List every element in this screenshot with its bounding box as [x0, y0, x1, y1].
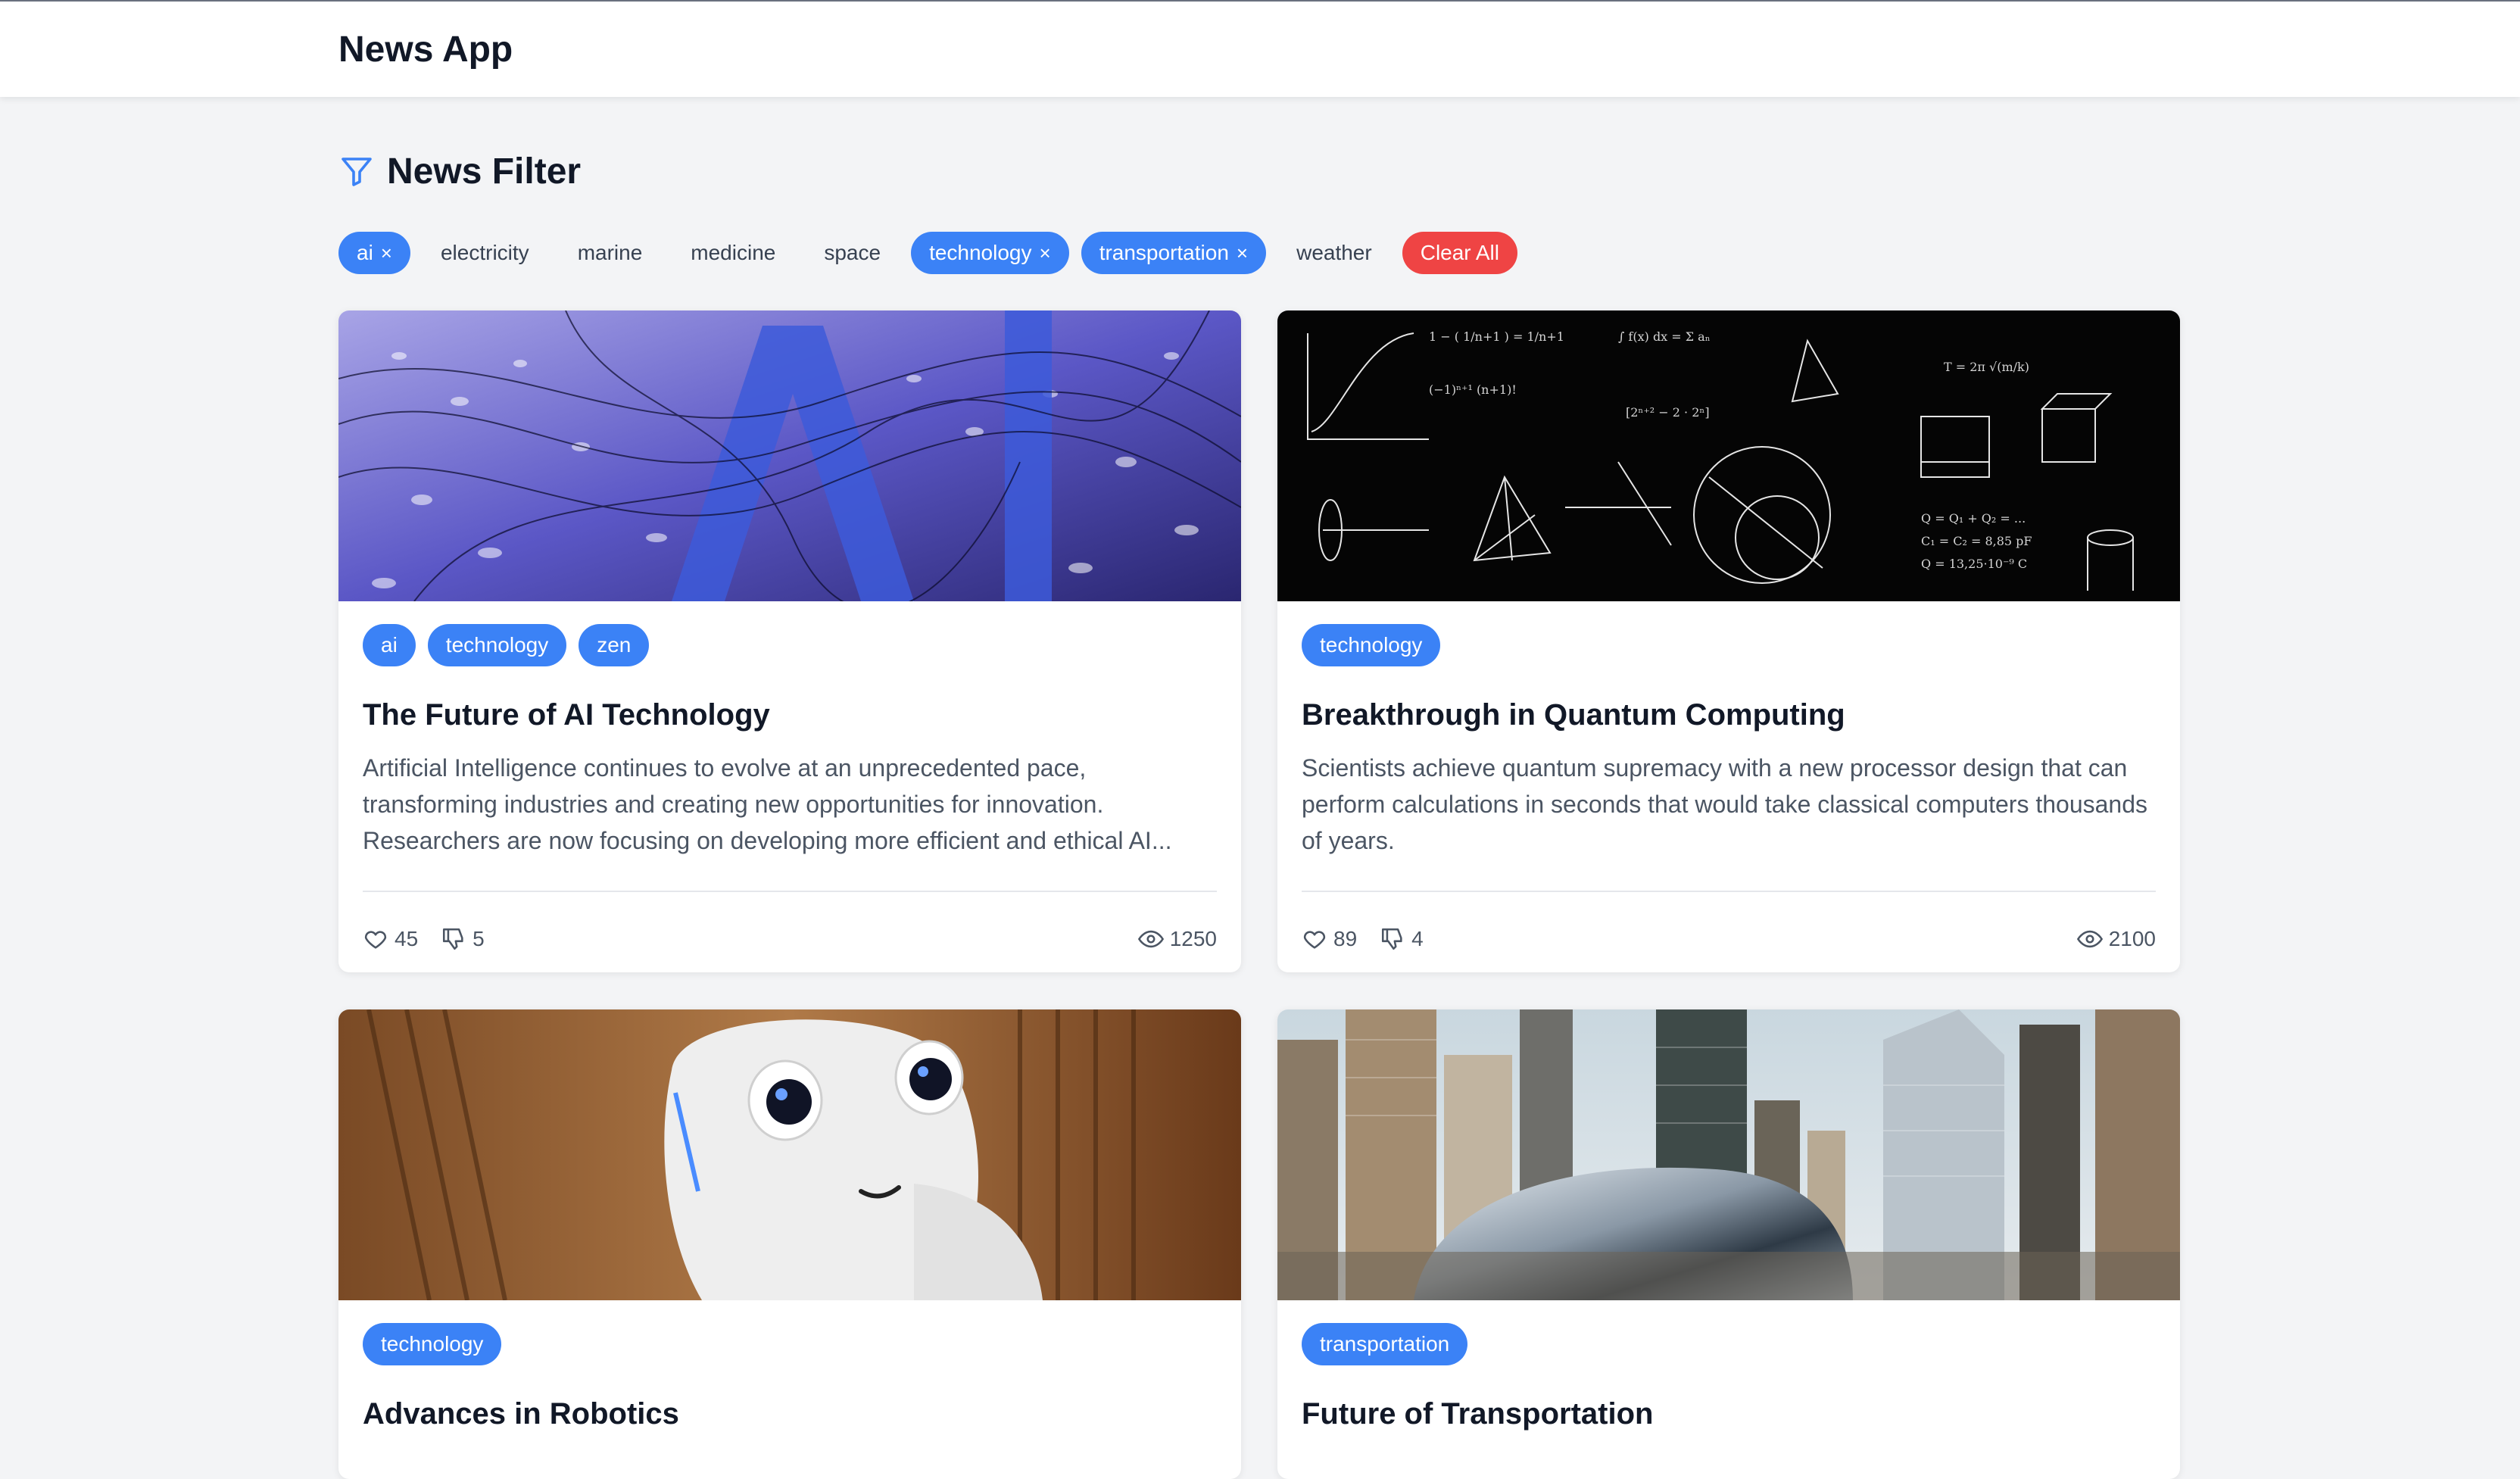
chip-label: marine	[577, 241, 643, 264]
city-bean-image	[1277, 1009, 2180, 1300]
article-card[interactable]: ai technology zen The Future of AI Techn…	[338, 310, 1241, 972]
remove-icon[interactable]: ×	[381, 232, 392, 274]
filter-heading: News Filter	[338, 148, 581, 194]
dislike-count: 4	[1411, 927, 1424, 950]
article-title[interactable]: Advances in Robotics	[363, 1397, 679, 1431]
thumbs-down-icon	[443, 928, 463, 950]
tag-list: technology	[363, 1323, 513, 1365]
article-title[interactable]: Breakthrough in Quantum Computing	[1302, 698, 1845, 732]
svg-text:Q = 13,25·10⁻⁹ C: Q = 13,25·10⁻⁹ C	[1921, 557, 2027, 571]
filter-icon	[342, 158, 372, 186]
clear-all-button[interactable]: Clear All	[1402, 232, 1517, 274]
dislike-button[interactable]: 4	[1380, 926, 1424, 952]
filter-title: News Filter	[387, 151, 582, 192]
article-title[interactable]: The Future of AI Technology	[363, 698, 770, 732]
tag[interactable]: zen	[579, 624, 650, 666]
views: 2100	[2076, 926, 2156, 952]
filter-chips: ai × electricity marine medicine space t…	[338, 232, 1530, 274]
chip-marine[interactable]: marine	[560, 232, 661, 274]
svg-text:Q = Q₁ + Q₂ = ...: Q = Q₁ + Q₂ = ...	[1921, 511, 2026, 526]
chip-technology[interactable]: technology ×	[911, 232, 1069, 274]
eye-icon	[2076, 930, 2103, 948]
chip-weather[interactable]: weather	[1278, 232, 1390, 274]
article-description: Scientists achieve quantum supremacy wit…	[1302, 754, 2148, 854]
svg-text:1 − ( 1/n+1 ) = 1/n+1: 1 − ( 1/n+1 ) = 1/n+1	[1429, 329, 1564, 344]
like-button[interactable]: 45	[363, 926, 418, 952]
chip-label: electricity	[440, 241, 529, 264]
like-button[interactable]: 89	[1302, 926, 1357, 952]
dislike-button[interactable]: 5	[441, 926, 485, 952]
divider	[1302, 891, 2156, 892]
chip-electricity[interactable]: electricity	[423, 232, 547, 274]
article-card[interactable]: 1 − ( 1/n+1 ) = 1/n+1 ∫ f(x) dx = Σ aₙ (…	[1277, 310, 2180, 972]
app-title: News App	[338, 30, 513, 70]
dislike-count: 5	[472, 927, 485, 950]
chip-space[interactable]: space	[806, 232, 899, 274]
tag[interactable]: technology	[1302, 624, 1441, 666]
tag-list: technology	[1302, 624, 1452, 666]
svg-text:T = 2π √(m/k): T = 2π √(m/k)	[1944, 360, 2029, 374]
robot-image	[338, 1009, 1241, 1300]
chip-label: technology	[929, 241, 1032, 264]
like-count: 89	[1333, 927, 1358, 950]
chip-label: ai	[357, 241, 373, 264]
app-header: News App	[0, 2, 2520, 97]
chip-medicine[interactable]: medicine	[672, 232, 794, 274]
views: 1250	[1137, 926, 1217, 952]
remove-icon[interactable]: ×	[1237, 232, 1248, 274]
ai-letters-image	[338, 310, 1241, 601]
article-card[interactable]: technology Advances in Robotics	[338, 1009, 1241, 1479]
svg-text:(−1)ⁿ⁺¹ (n+1)!: (−1)ⁿ⁺¹ (n+1)!	[1429, 382, 1517, 397]
chip-label: weather	[1296, 241, 1372, 264]
svg-text:∫ f(x) dx = Σ aₙ: ∫ f(x) dx = Σ aₙ	[1618, 329, 1711, 344]
article-description: Artificial Intelligence continues to evo…	[363, 754, 1172, 854]
tag-list: transportation	[1302, 1323, 1480, 1365]
tag[interactable]: technology	[363, 1323, 502, 1365]
svg-text:C₁ = C₂ = 8,85 pF: C₁ = C₂ = 8,85 pF	[1921, 534, 2032, 548]
like-count: 45	[395, 927, 419, 950]
chip-label: space	[824, 241, 881, 264]
chip-label: transportation	[1099, 241, 1229, 264]
chip-ai[interactable]: ai ×	[338, 232, 410, 274]
view-count: 2100	[2108, 927, 2156, 950]
tag-list: ai technology zen	[363, 624, 661, 666]
article-card[interactable]: transportation Future of Transportation	[1277, 1009, 2180, 1479]
divider	[363, 891, 1217, 892]
chip-transportation[interactable]: transportation ×	[1081, 232, 1267, 274]
tag[interactable]: ai	[363, 624, 416, 666]
eye-icon	[1137, 930, 1164, 948]
heart-icon	[364, 931, 387, 949]
chip-label: medicine	[691, 241, 776, 264]
chalkboard-formulas-image: 1 − ( 1/n+1 ) = 1/n+1 ∫ f(x) dx = Σ aₙ (…	[1277, 310, 2180, 601]
article-title[interactable]: Future of Transportation	[1302, 1397, 1653, 1431]
tag[interactable]: technology	[427, 624, 567, 666]
remove-icon[interactable]: ×	[1040, 232, 1051, 274]
article-stats: 45 5 1250	[363, 922, 1217, 956]
heart-icon	[1303, 931, 1326, 949]
article-stats: 89 4 2100	[1302, 922, 2156, 956]
view-count: 1250	[1169, 927, 1217, 950]
svg-text:[2ⁿ⁺² − 2 · 2ⁿ]: [2ⁿ⁺² − 2 · 2ⁿ]	[1626, 405, 1710, 420]
thumbs-down-icon	[1382, 928, 1402, 950]
tag[interactable]: transportation	[1302, 1323, 1468, 1365]
